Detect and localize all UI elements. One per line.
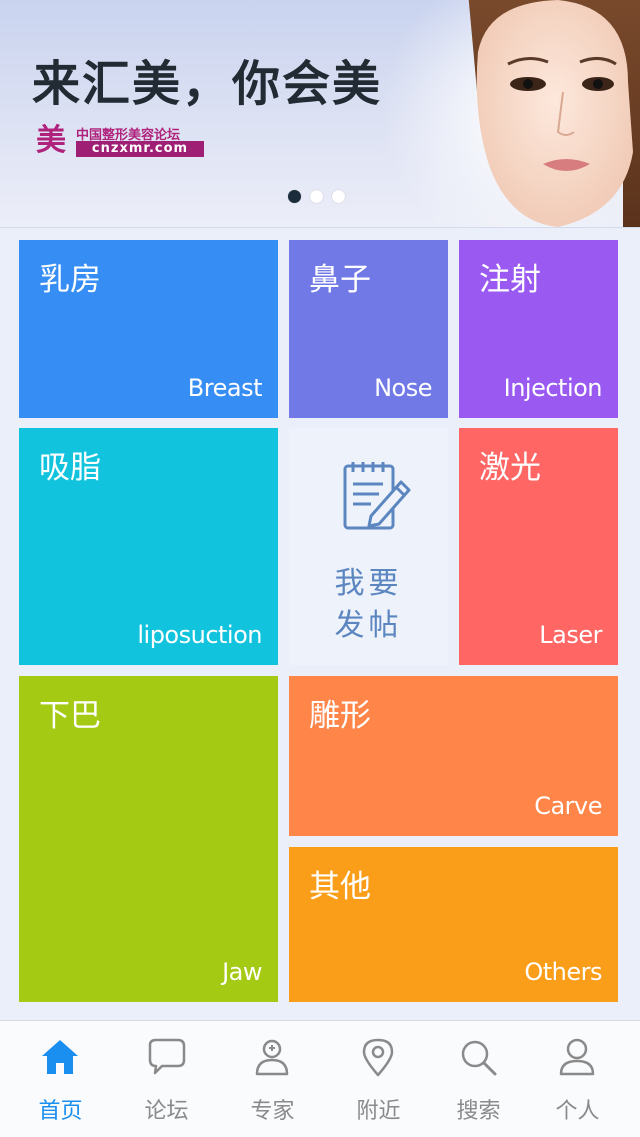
tile-title-en: Others [524, 958, 602, 986]
tile-title-cn: 激光 [479, 450, 541, 486]
tile-title-cn: 下巴 [39, 698, 101, 734]
banner-slogan: 来汇美，你会美 [32, 56, 383, 112]
tile-title-en: Jaw [222, 958, 262, 986]
category-tile-laser[interactable]: 激光 Laser [459, 428, 618, 665]
home-icon [42, 1040, 78, 1074]
category-tile-nose[interactable]: 鼻子 Nose [289, 240, 448, 418]
carousel-dot-1[interactable] [288, 190, 301, 203]
promo-banner[interactable]: 来汇美，你会美 美 中国整形美容论坛 cnzxmr.com [0, 0, 640, 228]
notepad-pencil-icon [343, 462, 411, 530]
person-icon [559, 1038, 595, 1076]
category-tile-injection[interactable]: 注射 Injection [459, 240, 618, 418]
tile-title-en: Laser [539, 621, 602, 649]
tile-title-cn: 雕形 [309, 698, 371, 734]
tab-profile[interactable]: 个人 [524, 1021, 631, 1137]
tile-title-en: liposuction [137, 621, 262, 649]
carousel-dot-3[interactable] [332, 190, 345, 203]
tile-title-cn: 吸脂 [39, 450, 101, 486]
category-tile-others[interactable]: 其他 Others [289, 847, 618, 1002]
carousel-dot-2[interactable] [310, 190, 323, 203]
tile-title-en: Carve [534, 792, 602, 820]
chat-bubble-icon [148, 1038, 186, 1075]
model-face-image [468, 0, 640, 227]
tab-label: 专家 [250, 1099, 295, 1124]
doctor-icon [255, 1039, 289, 1076]
logo-domain: cnzxmr.com [76, 141, 204, 157]
location-pin-icon [362, 1038, 394, 1077]
tile-title-en: Injection [503, 374, 603, 402]
category-tile-breast[interactable]: 乳房 Breast [19, 240, 278, 418]
tile-title-en: Breast [187, 374, 263, 402]
tile-title-en: Nose [374, 374, 432, 402]
new-post-button[interactable]: 我要 发帖 [289, 428, 448, 665]
new-post-label-line1: 我要 [334, 566, 403, 601]
tab-experts[interactable]: 专家 [219, 1021, 326, 1137]
tab-label: 首页 [38, 1099, 83, 1124]
category-tile-liposuction[interactable]: 吸脂 liposuction [19, 428, 278, 665]
tab-forum[interactable]: 论坛 [113, 1021, 220, 1137]
tab-nearby[interactable]: 附近 [325, 1021, 432, 1137]
logo-mark: 美 [36, 123, 66, 158]
tab-label: 搜索 [456, 1099, 501, 1124]
tab-home[interactable]: 首页 [7, 1021, 114, 1137]
category-tile-carve[interactable]: 雕形 Carve [289, 676, 618, 836]
new-post-label-line2: 发帖 [334, 608, 403, 643]
tab-search[interactable]: 搜索 [425, 1021, 532, 1137]
tab-label: 附近 [356, 1099, 401, 1124]
carousel-indicator[interactable] [288, 188, 354, 203]
bottom-tab-bar: 首页 论坛 专家 附近 搜索 个人 [0, 1020, 640, 1137]
tab-label: 个人 [555, 1099, 600, 1124]
tab-label: 论坛 [144, 1099, 189, 1124]
tile-title-cn: 鼻子 [309, 262, 371, 298]
tile-title-cn: 其他 [309, 869, 371, 905]
search-icon [461, 1040, 497, 1076]
tile-title-cn: 注射 [479, 262, 541, 298]
tile-title-cn: 乳房 [39, 262, 101, 298]
category-tile-jaw[interactable]: 下巴 Jaw [19, 676, 278, 1002]
